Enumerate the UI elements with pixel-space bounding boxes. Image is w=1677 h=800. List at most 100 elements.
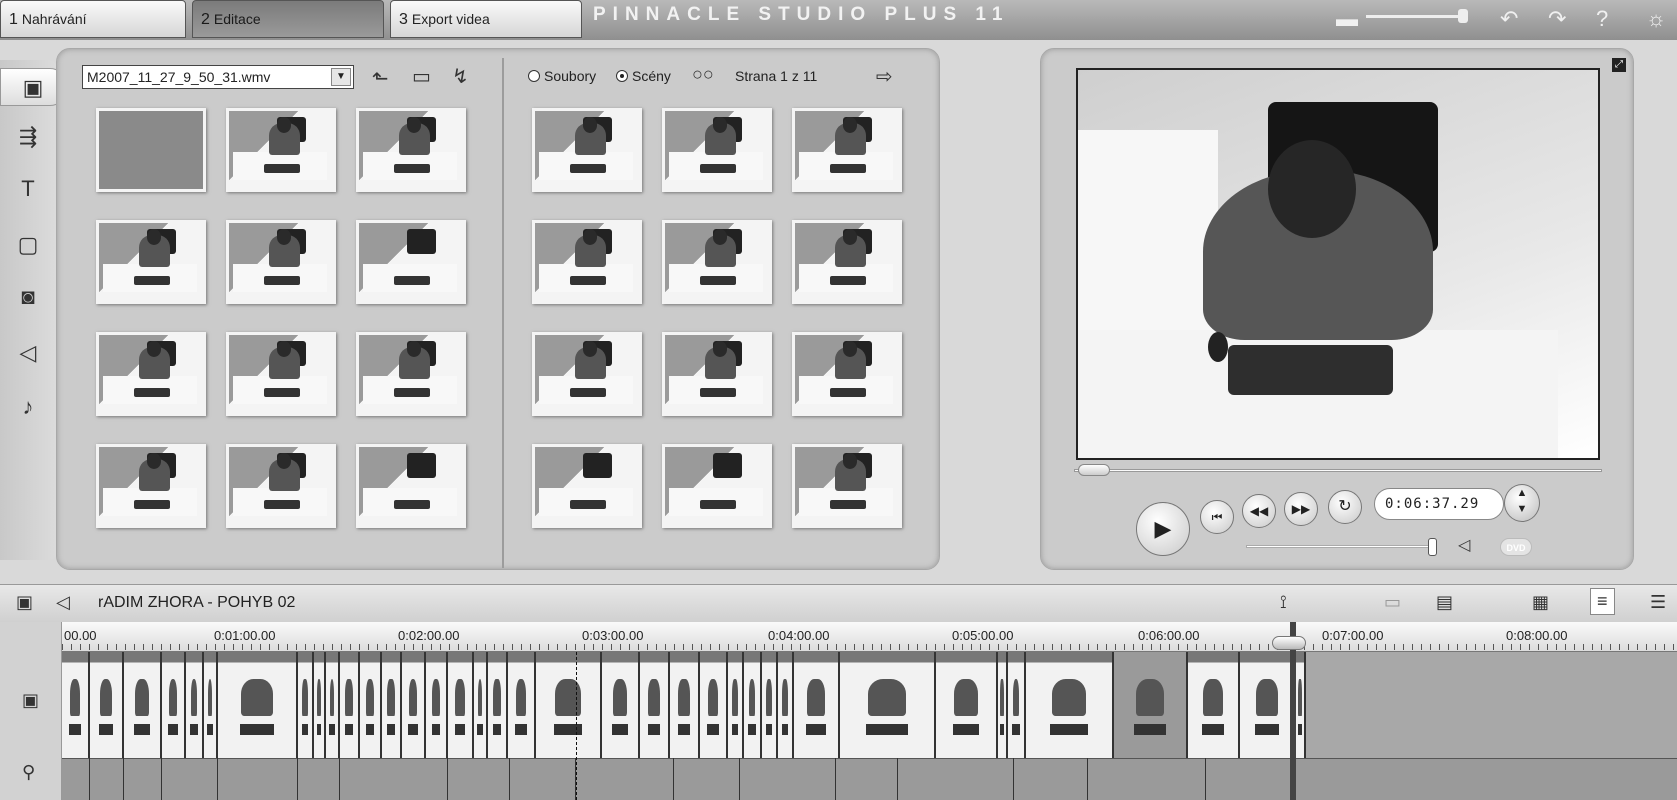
transitions-icon[interactable]: ⇶ bbox=[10, 124, 46, 154]
fullscreen-icon[interactable]: ⤢ bbox=[1612, 58, 1626, 72]
scene-thumb[interactable] bbox=[662, 108, 772, 192]
timecode-display[interactable]: 0:06:37.29 bbox=[1374, 488, 1504, 520]
audio-clip[interactable] bbox=[62, 758, 90, 800]
timeline-clip[interactable] bbox=[162, 652, 186, 758]
chevron-down-icon[interactable]: ▼ bbox=[331, 68, 351, 86]
scrubber-knob[interactable] bbox=[1078, 464, 1110, 476]
timeline-clip[interactable] bbox=[448, 652, 474, 758]
master-volume-slider[interactable] bbox=[1366, 15, 1466, 18]
audio-clip[interactable] bbox=[836, 758, 898, 800]
rewind-button[interactable]: ◀◀ bbox=[1242, 494, 1276, 528]
scene-thumb[interactable] bbox=[226, 444, 336, 528]
speaker-icon[interactable]: ◁ bbox=[1458, 535, 1470, 555]
timeline-clip[interactable] bbox=[488, 652, 508, 758]
scene-thumb[interactable] bbox=[662, 220, 772, 304]
timeline-clip[interactable] bbox=[508, 652, 536, 758]
dvd-button[interactable]: DVD bbox=[1500, 538, 1532, 556]
audio-clip[interactable] bbox=[674, 758, 740, 800]
play-button[interactable]: ▶ bbox=[1136, 502, 1190, 556]
go-to-start-button[interactable]: ⏮ bbox=[1200, 500, 1234, 534]
preview-scrubber[interactable] bbox=[1074, 469, 1602, 472]
playhead[interactable] bbox=[576, 652, 577, 800]
audio-clip[interactable] bbox=[218, 758, 298, 800]
timeline-clip[interactable] bbox=[382, 652, 402, 758]
folder-up-icon[interactable]: ⬑ bbox=[372, 66, 389, 91]
next-page-icon[interactable]: ⇨ bbox=[876, 64, 893, 89]
file-select[interactable]: M2007_11_27_9_50_31.wmv ▼ bbox=[82, 65, 354, 89]
audio-clip[interactable] bbox=[162, 758, 218, 800]
audio-clip[interactable] bbox=[90, 758, 124, 800]
fast-forward-button[interactable]: ▶▶ bbox=[1284, 492, 1318, 526]
audio-clip[interactable] bbox=[124, 758, 162, 800]
timeline-clip[interactable] bbox=[840, 652, 936, 758]
hint-bulb-icon[interactable]: ☼ bbox=[1646, 6, 1666, 32]
timecode-spinner[interactable]: ▲ ▼ bbox=[1504, 484, 1540, 522]
timeline-view-icon[interactable]: ≡ bbox=[1590, 588, 1615, 615]
radio-scenes[interactable]: Scény bbox=[616, 68, 671, 84]
radio-scenes-circle[interactable] bbox=[616, 70, 628, 82]
scene-thumb[interactable] bbox=[532, 332, 642, 416]
text-view-icon[interactable]: ☰ bbox=[1650, 592, 1666, 613]
timeline-clip[interactable] bbox=[1114, 652, 1188, 758]
timeline-clip[interactable] bbox=[778, 652, 794, 758]
timeline-clip[interactable] bbox=[360, 652, 382, 758]
timeline-clip[interactable] bbox=[340, 652, 360, 758]
video-track-header-icon[interactable]: ▣ bbox=[22, 690, 39, 711]
timeline-clip[interactable] bbox=[314, 652, 326, 758]
photos-icon[interactable]: ▢ bbox=[10, 232, 46, 262]
storyboard-view-icon[interactable]: ▦ bbox=[1532, 592, 1549, 613]
microphone-icon[interactable]: ⚲ bbox=[22, 762, 35, 783]
timeline-clip[interactable] bbox=[474, 652, 488, 758]
link-arrow-icon[interactable]: ↯ bbox=[452, 64, 469, 89]
tab-edit[interactable]: 2 Editace bbox=[192, 0, 384, 38]
radio-files[interactable]: Soubory bbox=[528, 68, 596, 84]
timeline-clip[interactable] bbox=[728, 652, 744, 758]
timeline-clip[interactable] bbox=[1296, 652, 1306, 758]
timeline-clip[interactable] bbox=[1188, 652, 1240, 758]
scene-thumb[interactable] bbox=[792, 332, 902, 416]
audio-clip[interactable] bbox=[340, 758, 448, 800]
timeline-clip[interactable] bbox=[936, 652, 998, 758]
scene-thumb[interactable] bbox=[96, 220, 206, 304]
tab-capture[interactable]: 1 Nahrávání bbox=[0, 0, 186, 38]
disc-menus-icon[interactable]: ◙ bbox=[10, 284, 46, 314]
timeline-clip[interactable] bbox=[326, 652, 340, 758]
audio-clip[interactable] bbox=[1088, 758, 1206, 800]
titles-icon[interactable]: T bbox=[10, 176, 46, 206]
scene-thumb[interactable] bbox=[792, 220, 902, 304]
timeline-clip[interactable] bbox=[762, 652, 778, 758]
timeline-clip[interactable] bbox=[62, 652, 90, 758]
radio-files-circle[interactable] bbox=[528, 70, 540, 82]
audio-clip[interactable] bbox=[298, 758, 340, 800]
scene-thumb[interactable] bbox=[792, 444, 902, 528]
scene-thumb[interactable] bbox=[532, 220, 642, 304]
audio-clip[interactable] bbox=[510, 758, 576, 800]
timeline-clip[interactable] bbox=[794, 652, 840, 758]
timeline-clip[interactable] bbox=[1026, 652, 1114, 758]
scene-thumb[interactable] bbox=[662, 332, 772, 416]
timeline-clip[interactable] bbox=[536, 652, 602, 758]
music-icon[interactable]: ♪ bbox=[10, 394, 46, 424]
scene-thumb[interactable] bbox=[226, 108, 336, 192]
split-clip-icon[interactable]: ▭ bbox=[1384, 592, 1401, 613]
scene-thumb[interactable] bbox=[792, 108, 902, 192]
redo-icon[interactable]: ↷ bbox=[1548, 6, 1566, 32]
scene-thumb[interactable] bbox=[96, 444, 206, 528]
timeline-clip[interactable] bbox=[744, 652, 762, 758]
scene-thumb[interactable] bbox=[356, 220, 466, 304]
glasses-icon[interactable]: ○○ bbox=[692, 64, 714, 85]
scene-thumb[interactable] bbox=[356, 332, 466, 416]
timeline-scrubber-knob[interactable] bbox=[1272, 636, 1306, 650]
scene-thumb[interactable] bbox=[96, 332, 206, 416]
undo-icon[interactable]: ↶ bbox=[1500, 6, 1518, 32]
folder-open-icon[interactable]: ▭ bbox=[412, 64, 431, 89]
scene-thumb[interactable] bbox=[226, 332, 336, 416]
sound-effects-icon[interactable]: ◁ bbox=[10, 340, 46, 370]
video-track-icon[interactable]: ▣ bbox=[16, 592, 33, 613]
timeline-clip[interactable] bbox=[602, 652, 640, 758]
timeline-clip[interactable] bbox=[640, 652, 670, 758]
timeline-clip[interactable] bbox=[204, 652, 218, 758]
trash-icon[interactable]: ▤ bbox=[1436, 592, 1453, 613]
scene-thumb[interactable] bbox=[662, 444, 772, 528]
audio-clip[interactable] bbox=[448, 758, 510, 800]
